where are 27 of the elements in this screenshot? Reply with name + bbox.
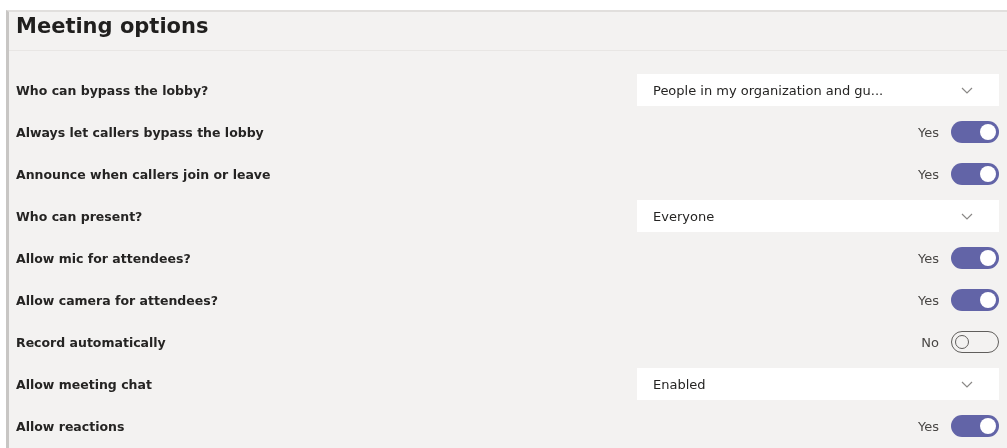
toggle-state-text: Yes	[918, 292, 939, 308]
option-label: Allow camera for attendees?	[16, 292, 219, 308]
toggle-state-text: Yes	[918, 166, 939, 182]
toggle-switch[interactable]	[951, 289, 999, 311]
toggle-switch[interactable]	[951, 415, 999, 437]
toggle-switch[interactable]	[951, 121, 999, 143]
toggle-state-text: No	[921, 334, 939, 350]
option-label: Always let callers bypass the lobby	[16, 124, 265, 140]
option-label: Allow meeting chat	[16, 376, 153, 392]
chevron-down-icon	[961, 86, 973, 94]
option-label: Who can bypass the lobby?	[16, 82, 210, 98]
option-label: Who can present?	[16, 208, 144, 224]
page-title: Meeting options	[9, 12, 1007, 51]
option-label: Allow mic for attendees?	[16, 250, 192, 266]
toggle-switch[interactable]	[951, 247, 999, 269]
toggle-state-text: Yes	[918, 418, 939, 434]
chevron-down-icon	[961, 380, 973, 388]
chevron-down-icon	[961, 212, 973, 220]
option-label: Record automatically	[16, 334, 167, 350]
option-label: Allow reactions	[16, 418, 126, 434]
toggle-state-text: Yes	[918, 250, 939, 266]
toggle-switch[interactable]	[951, 163, 999, 185]
toggle-state-text: Yes	[918, 124, 939, 140]
dropdown[interactable]: People in my organization and gu...	[637, 74, 999, 106]
option-label: Announce when callers join or leave	[16, 166, 272, 182]
dropdown[interactable]: Enabled	[637, 368, 999, 400]
dropdown[interactable]: Everyone	[637, 200, 999, 232]
